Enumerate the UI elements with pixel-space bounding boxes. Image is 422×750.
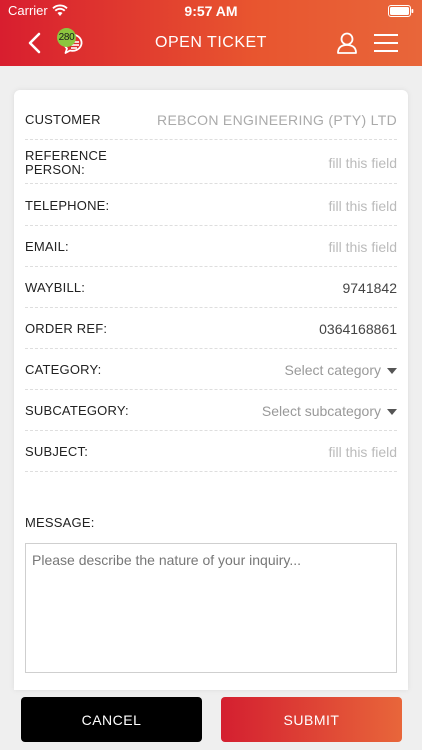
waybill-label: WAYBILL:: [25, 279, 86, 295]
subject-field[interactable]: fill this field: [329, 444, 397, 460]
email-field[interactable]: fill this field: [329, 239, 397, 255]
reference-person-label: REFERENCE PERSON:: [25, 147, 107, 177]
subcategory-label: SUBCATEGORY:: [25, 402, 129, 418]
status-time: 9:57 AM: [184, 3, 238, 19]
menu-icon[interactable]: [374, 33, 398, 53]
chevron-down-icon: [387, 408, 397, 415]
category-row[interactable]: CATEGORY: Select category: [25, 350, 397, 390]
nav-bar: 280 OPEN TICKET: [0, 22, 422, 66]
subcategory-select[interactable]: Select subcategory: [262, 403, 397, 419]
telephone-field[interactable]: fill this field: [329, 198, 397, 214]
customer-row: CUSTOMER REBCON ENGINEERING (PTY) LTD: [25, 100, 397, 140]
category-select[interactable]: Select category: [284, 361, 397, 378]
customer-value: REBCON ENGINEERING (PTY) LTD: [157, 111, 397, 128]
message-textarea[interactable]: [25, 543, 397, 673]
reference-person-field[interactable]: fill this field: [329, 155, 397, 171]
submit-button[interactable]: SUBMIT: [221, 697, 402, 742]
ticket-form-card: CUSTOMER REBCON ENGINEERING (PTY) LTD RE…: [14, 90, 408, 690]
order-ref-field[interactable]: 0364168861: [319, 321, 397, 337]
order-ref-row[interactable]: ORDER REF: 0364168861: [25, 309, 397, 349]
message-label: MESSAGE:: [25, 515, 95, 530]
category-select-value: Select category: [284, 361, 382, 378]
waybill-field[interactable]: 9741842: [342, 280, 397, 296]
subject-label: SUBJECT:: [25, 443, 89, 459]
subcategory-select-value: Select subcategory: [261, 402, 381, 419]
waybill-row[interactable]: WAYBILL: 9741842: [25, 268, 397, 308]
reference-person-row[interactable]: REFERENCE PERSON: fill this field: [25, 142, 397, 184]
customer-label: CUSTOMER: [25, 111, 101, 127]
page-title: OPEN TICKET: [155, 34, 267, 51]
category-label: CATEGORY:: [25, 361, 102, 377]
chevron-down-icon: [387, 367, 397, 374]
telephone-row[interactable]: TELEPHONE: fill this field: [25, 186, 397, 226]
cancel-button[interactable]: CANCEL: [21, 697, 202, 742]
app-header: Carrier 9:57 AM 280 OPEN TICKET: [0, 0, 422, 66]
battery-icon: [388, 5, 414, 17]
subcategory-row[interactable]: SUBCATEGORY: Select subcategory: [25, 391, 397, 431]
status-bar: Carrier 9:57 AM: [0, 0, 422, 22]
telephone-label: TELEPHONE:: [25, 197, 110, 213]
order-ref-label: ORDER REF:: [25, 320, 108, 336]
subject-row[interactable]: SUBJECT: fill this field: [25, 432, 397, 472]
email-row[interactable]: EMAIL: fill this field: [25, 227, 397, 267]
email-label: EMAIL:: [25, 238, 69, 254]
profile-icon[interactable]: [336, 31, 358, 55]
